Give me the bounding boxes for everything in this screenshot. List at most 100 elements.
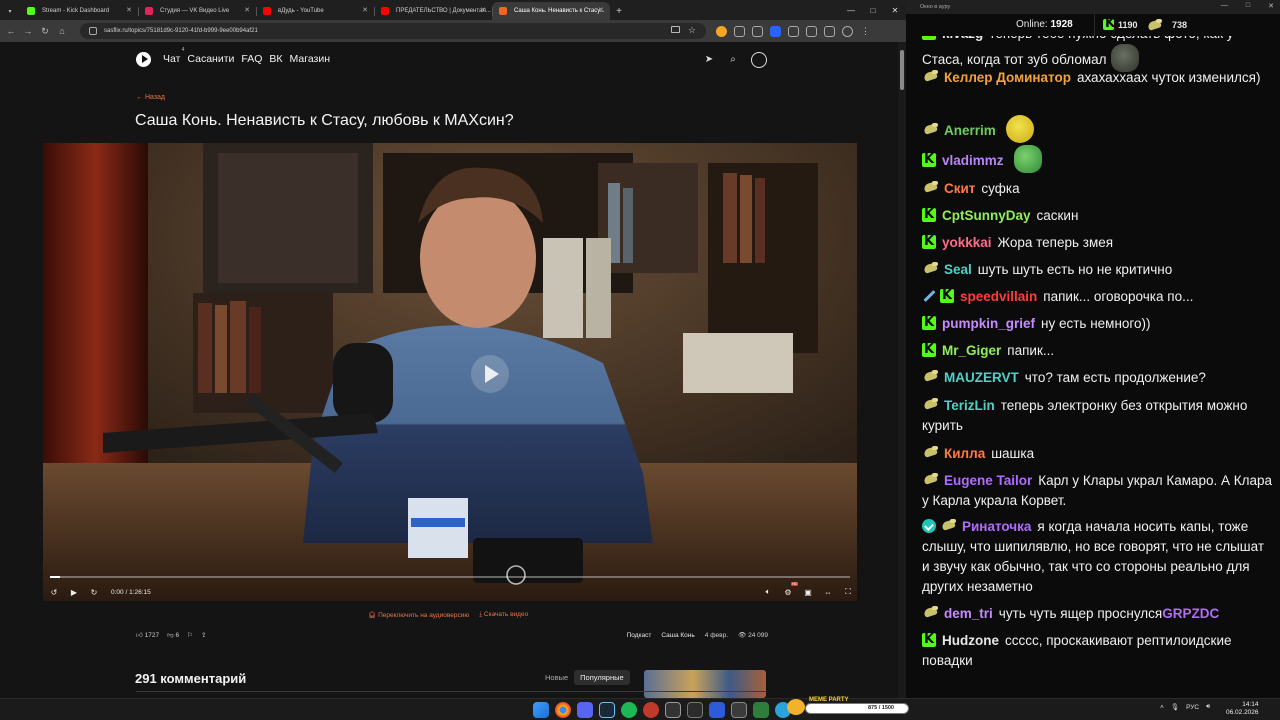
minimize-icon[interactable]: — bbox=[1221, 2, 1228, 10]
chat-username[interactable]: Ринаточка bbox=[962, 519, 1031, 534]
site-info-icon[interactable] bbox=[89, 27, 97, 35]
home-icon[interactable]: ⌂ bbox=[56, 26, 68, 36]
tab-close-icon[interactable]: ✕ bbox=[244, 6, 250, 14]
nav-chat[interactable]: Чат 4 bbox=[163, 47, 184, 65]
chat-username[interactable]: speedvillain bbox=[960, 289, 1037, 304]
start-icon[interactable] bbox=[533, 702, 549, 718]
volume-icon[interactable]: 🔊︎ bbox=[1206, 703, 1210, 711]
app-icon[interactable] bbox=[665, 702, 681, 718]
settings-icon[interactable]: ⚙ HD bbox=[781, 582, 798, 599]
dislike-button[interactable]: 👎︎ 6 bbox=[167, 631, 179, 639]
volume-icon[interactable]: 🔈︎ bbox=[761, 585, 775, 599]
chat-username[interactable]: yokkkai bbox=[942, 235, 992, 250]
download-icon[interactable] bbox=[806, 25, 817, 37]
rewind-icon[interactable]: ↺ bbox=[47, 585, 61, 599]
chrome-icon[interactable] bbox=[555, 702, 571, 718]
back-icon[interactable]: ← bbox=[5, 26, 17, 36]
forward-icon[interactable]: → bbox=[22, 26, 34, 36]
chat-username[interactable]: vladimmz bbox=[942, 153, 1004, 168]
chevron-up-icon[interactable]: ˄ bbox=[1160, 704, 1164, 711]
close-icon[interactable]: ✕ bbox=[884, 0, 906, 20]
nav-shop[interactable]: Магазин bbox=[290, 53, 331, 65]
app-icon[interactable] bbox=[687, 702, 703, 718]
mic-icon[interactable]: 🎙︎ bbox=[1171, 703, 1179, 711]
chat-username[interactable]: Келлер Доминатор bbox=[944, 70, 1071, 85]
tab-close-icon[interactable]: ✕ bbox=[480, 6, 486, 14]
steam-icon[interactable] bbox=[599, 702, 615, 718]
promo-banner[interactable] bbox=[644, 670, 766, 698]
chat-username[interactable]: Seal bbox=[944, 262, 972, 277]
spotify-icon[interactable] bbox=[621, 702, 637, 718]
reload-icon[interactable]: ↻ bbox=[39, 26, 51, 37]
chat-username[interactable]: Hudzone bbox=[942, 633, 999, 648]
chat-username[interactable]: TerizLin bbox=[944, 398, 995, 413]
nav-vk[interactable]: ВК bbox=[269, 53, 282, 65]
share-icon[interactable]: ⇪ bbox=[201, 631, 206, 639]
extension-icon[interactable] bbox=[716, 25, 727, 37]
play-icon[interactable]: ▶ bbox=[67, 585, 81, 599]
chat-username[interactable]: pumpkin_grief bbox=[942, 316, 1035, 331]
app-icon[interactable] bbox=[753, 702, 769, 718]
profile-icon[interactable] bbox=[842, 25, 853, 37]
nav-sasanity[interactable]: Сасанити bbox=[187, 53, 234, 65]
extension-icon[interactable] bbox=[824, 25, 835, 37]
tab-search-button[interactable]: ▾ bbox=[0, 2, 20, 20]
extension-icon[interactable] bbox=[770, 25, 781, 37]
audio-version-link[interactable]: 🎧︎ Переключить на аудиоверсию bbox=[368, 611, 469, 619]
extension-icon[interactable] bbox=[752, 25, 763, 37]
back-link[interactable]: ← Назад bbox=[136, 94, 165, 101]
new-tab-button[interactable]: + bbox=[610, 2, 628, 20]
discord-icon[interactable] bbox=[577, 702, 593, 718]
video-player[interactable]: ↺ ▶ ↻ 0:00 / 1:26:15 🔈︎ ⚙ HD ▣ ⇔ ⛶ bbox=[43, 143, 857, 601]
minimize-icon[interactable]: — bbox=[840, 0, 862, 20]
app-icon[interactable] bbox=[731, 702, 747, 718]
author-tag[interactable]: Саша Конь bbox=[661, 632, 694, 639]
close-icon[interactable]: ✕ bbox=[1268, 2, 1274, 10]
chat-username[interactable]: Килла bbox=[944, 446, 985, 461]
chat-username[interactable]: Mr_Giger bbox=[942, 343, 1001, 358]
cast-icon[interactable] bbox=[671, 26, 680, 33]
site-logo-icon[interactable] bbox=[136, 51, 151, 67]
chat-username[interactable]: Anerrim bbox=[944, 123, 996, 138]
like-button[interactable]: 👍︎ 1727 bbox=[136, 631, 159, 639]
extension-icon[interactable] bbox=[734, 25, 745, 37]
browser-tab[interactable]: вДудь - YouTube ✕ bbox=[256, 2, 374, 20]
big-play-button[interactable] bbox=[471, 355, 509, 393]
nav-faq[interactable]: FAQ bbox=[241, 53, 262, 65]
bookmark-icon[interactable]: ⚐ bbox=[187, 631, 193, 639]
theater-icon[interactable]: ⇔ bbox=[821, 585, 835, 599]
chat-username[interactable]: Скит bbox=[944, 181, 975, 196]
category-tag[interactable]: Подкаст bbox=[627, 632, 652, 639]
miniplayer-icon[interactable]: ▣ bbox=[801, 585, 815, 599]
browser-tab[interactable]: Саша Конь. Ненависть к Стасу... ✕ bbox=[492, 2, 610, 20]
progress-bar[interactable] bbox=[50, 576, 850, 578]
puzzle-icon[interactable] bbox=[788, 25, 799, 37]
page-scrollbar[interactable] bbox=[898, 42, 906, 698]
chat-username[interactable]: MAUZERVT bbox=[944, 370, 1019, 385]
browser-tab[interactable]: Stream - Kick Dashboard ✕ bbox=[20, 2, 138, 20]
menu-dots-icon[interactable]: ⋮ bbox=[860, 26, 871, 37]
download-link[interactable]: ⤓ Скачать видео bbox=[479, 611, 528, 619]
app-icon[interactable] bbox=[643, 702, 659, 718]
media-player-icon[interactable] bbox=[709, 702, 725, 718]
tab-close-icon[interactable]: ✕ bbox=[362, 6, 368, 14]
maximize-icon[interactable]: □ bbox=[862, 0, 884, 20]
bookmark-star-icon[interactable]: ☆ bbox=[688, 25, 696, 36]
sort-new[interactable]: Новые bbox=[539, 670, 574, 685]
search-icon[interactable]: ⌕ bbox=[727, 54, 739, 66]
sort-popular[interactable]: Популярные bbox=[574, 670, 630, 685]
account-icon[interactable] bbox=[751, 52, 767, 68]
tab-close-icon[interactable]: ✕ bbox=[126, 6, 132, 14]
tab-close-icon[interactable]: ✕ bbox=[598, 6, 604, 14]
browser-tab[interactable]: Студия — VK Видео Live ✕ bbox=[138, 2, 256, 20]
telegram-icon[interactable]: ➤ bbox=[703, 54, 715, 66]
scrollbar-thumb[interactable] bbox=[900, 50, 904, 90]
browser-tab[interactable]: ПРЕДАТЕЛЬСТВО | Документал... ✕ bbox=[374, 2, 492, 20]
chat-username[interactable]: Eugene Tailor bbox=[944, 473, 1032, 488]
fullscreen-icon[interactable]: ⛶ bbox=[841, 585, 855, 599]
chat-username[interactable]: kivazg bbox=[942, 36, 983, 41]
forward-skip-icon[interactable]: ↻ bbox=[87, 585, 101, 599]
language-indicator[interactable]: РУС bbox=[1186, 704, 1199, 711]
clock[interactable]: 14:14 06.02.2026 bbox=[1226, 701, 1259, 717]
address-bar[interactable]: sasflix.ru/topics/75181d9c-9120-41fd-b99… bbox=[80, 23, 706, 39]
